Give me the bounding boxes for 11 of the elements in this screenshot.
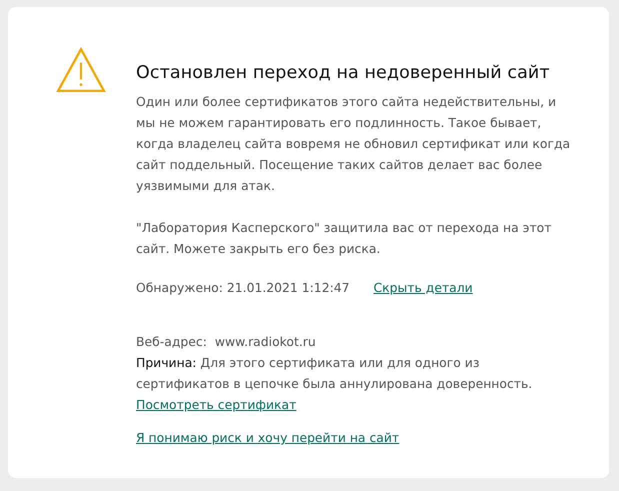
warning-icon <box>56 47 106 93</box>
hide-details-link[interactable]: Скрыть детали <box>374 277 473 298</box>
detected-time: Обнаружено: 21.01.2021 1:12:47 <box>136 279 350 297</box>
web-address-value: www.radiokot.ru <box>214 333 316 351</box>
web-address-label: Веб-адрес: <box>136 333 207 351</box>
dialog-title: Остановлен переход на недоверенный сайт <box>136 62 551 85</box>
view-certificate-link[interactable]: Посмотреть сертификат <box>136 397 296 412</box>
message-text: "Лаборатория Касперского" защитила вас от перехода на этот сайт. Можете закрыть его без риска. <box>136 219 552 258</box>
message-text: Один или более сертификатов этого сайта недействительны, и мы не можем гарантировать его подлинность. Такое бывает, когда владелец сайта вовремя не обновил сертификат или когда сайт поддельный. Посещение таких сайтов делает вас более уязвимыми для атак. <box>136 93 572 195</box>
proceed-link[interactable]: Я понимаю риск и хочу перейти на сайт <box>136 430 400 445</box>
reason-text: Причина: Для этого сертификата или для одного из сертификатов в цепочке была аннулирована доверенность. Посмотреть сертификат <box>136 354 534 414</box>
